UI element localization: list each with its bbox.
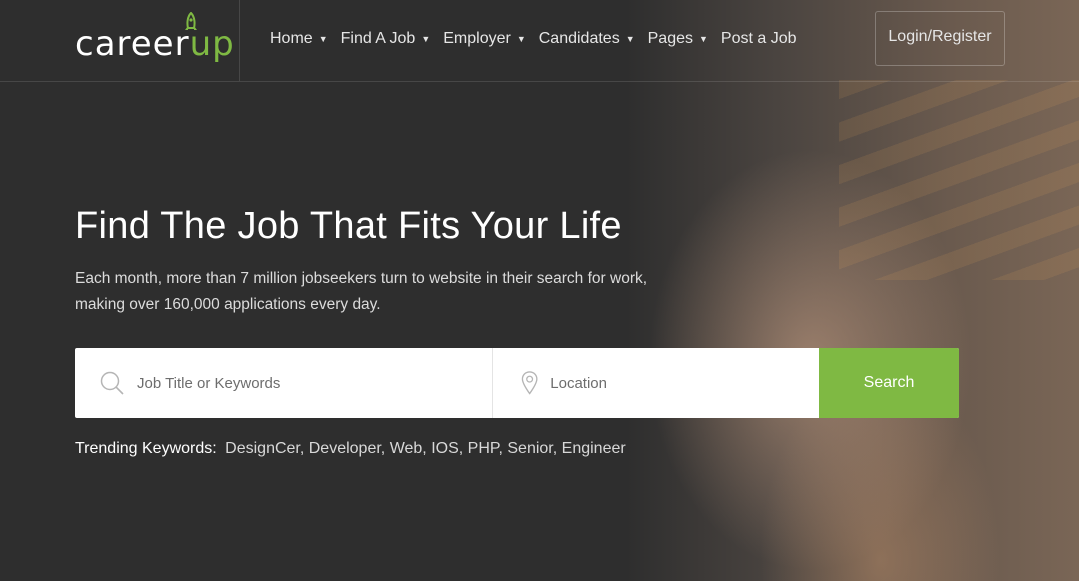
trending-keyword-link[interactable]: Developer bbox=[309, 440, 381, 457]
location-input[interactable] bbox=[550, 374, 819, 392]
hero-subtitle: Each month, more than 7 million jobseeke… bbox=[75, 270, 648, 313]
nav-item-label: Candidates bbox=[538, 30, 620, 47]
caret-down-icon: ▼ bbox=[421, 34, 431, 44]
caret-down-icon: ▼ bbox=[699, 34, 708, 44]
nav-item-find-a-job[interactable]: Find A Job ▼ bbox=[341, 30, 431, 48]
trending-keyword-link[interactable]: Engineer bbox=[562, 440, 626, 457]
site-header: careerup Home ▼ Find A Job ▼ Employer ▼ … bbox=[0, 0, 1079, 82]
trending-keyword-link[interactable]: DesignCer bbox=[225, 440, 300, 457]
trending-keyword-link[interactable]: Web bbox=[390, 440, 423, 457]
nav-item-label: Employer bbox=[443, 30, 511, 47]
trending-keyword-link[interactable]: IOS bbox=[431, 440, 459, 457]
nav-item-label: Pages bbox=[647, 30, 693, 47]
nav-item-employer[interactable]: Employer ▼ bbox=[443, 30, 526, 48]
search-icon bbox=[100, 371, 124, 395]
logo-text-main: career bbox=[75, 24, 190, 64]
caret-down-icon: ▼ bbox=[516, 34, 526, 44]
hero-background-decor bbox=[839, 80, 1079, 280]
nav-item-pages[interactable]: Pages ▼ bbox=[648, 30, 708, 48]
nav-item-home[interactable]: Home ▼ bbox=[270, 30, 328, 48]
main-nav: Home ▼ Find A Job ▼ Employer ▼ Candidate… bbox=[270, 30, 810, 48]
location-pin-icon bbox=[521, 371, 538, 395]
rocket-icon bbox=[185, 12, 197, 30]
nav-item-label: Find A Job bbox=[340, 30, 416, 47]
job-search-bar: Search bbox=[75, 348, 959, 418]
nav-item-candidates[interactable]: Candidates ▼ bbox=[539, 30, 635, 48]
trending-keyword-link[interactable]: PHP bbox=[468, 440, 499, 457]
keyword-field bbox=[75, 348, 493, 418]
logo-text: careerup bbox=[75, 24, 235, 64]
caret-down-icon: ▼ bbox=[318, 34, 328, 44]
nav-item-label: Home bbox=[270, 30, 313, 47]
hero-title: Find The Job That Fits Your Life bbox=[75, 205, 622, 247]
nav-item-label: Post a Job bbox=[720, 30, 797, 47]
trending-keyword-link[interactable]: Senior bbox=[507, 440, 552, 457]
search-button[interactable]: Search bbox=[819, 348, 959, 418]
keyword-input[interactable] bbox=[137, 374, 417, 392]
caret-down-icon: ▼ bbox=[625, 34, 635, 44]
trending-label: Trending Keywords: bbox=[75, 440, 217, 457]
login-register-button[interactable]: Login/Register bbox=[875, 11, 1005, 66]
location-field bbox=[493, 348, 819, 418]
nav-item-post-a-job[interactable]: Post a Job bbox=[721, 30, 797, 48]
trending-keywords: Trending Keywords: DesignCer, Developer,… bbox=[75, 440, 626, 457]
logo[interactable]: careerup bbox=[0, 0, 240, 81]
